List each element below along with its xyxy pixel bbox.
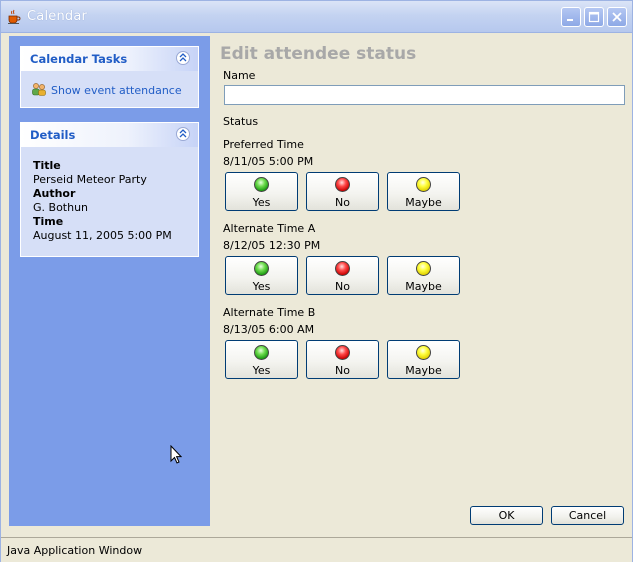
- yes-label: Yes: [252, 196, 271, 209]
- alternate-b-time: 8/13/05 6:00 AM: [223, 323, 315, 336]
- name-label: Name: [223, 69, 256, 82]
- status-text: Java Application Window: [7, 544, 143, 557]
- maximize-button[interactable]: [584, 7, 604, 27]
- yellow-light-icon: [416, 345, 431, 360]
- status-label: Status: [223, 115, 259, 128]
- alternate-b-yes-button[interactable]: Yes: [225, 340, 298, 379]
- alternate-b-no-button[interactable]: No: [306, 340, 379, 379]
- alternate-a-yes-button[interactable]: Yes: [225, 256, 298, 295]
- close-button[interactable]: [607, 7, 627, 27]
- ok-button[interactable]: OK: [470, 506, 543, 525]
- close-icon: [612, 12, 622, 22]
- detail-time-value: August 11, 2005 5:00 PM: [33, 229, 172, 242]
- calendar-window: Calendar Calendar Tasks Show event atten…: [0, 0, 633, 562]
- mouse-pointer-icon: [170, 445, 182, 464]
- preferred-maybe-button[interactable]: Maybe: [387, 172, 460, 211]
- calendar-tasks-panel: Calendar Tasks Show event attendance: [20, 46, 199, 108]
- alternate-a-label: Alternate Time A: [223, 222, 316, 235]
- yes-label: Yes: [252, 280, 271, 293]
- yellow-light-icon: [416, 261, 431, 276]
- name-input[interactable]: [224, 85, 625, 105]
- collapse-details-button[interactable]: [176, 127, 190, 141]
- detail-title-label: Title: [33, 159, 61, 172]
- minimize-button[interactable]: [561, 7, 581, 27]
- yellow-light-icon: [416, 177, 431, 192]
- collapse-tasks-button[interactable]: [176, 51, 190, 65]
- preferred-no-button[interactable]: No: [306, 172, 379, 211]
- preferred-time-value: 8/11/05 5:00 PM: [223, 155, 314, 168]
- alternate-a-maybe-button[interactable]: Maybe: [387, 256, 460, 295]
- red-light-icon: [335, 261, 350, 276]
- detail-author-label: Author: [33, 187, 76, 200]
- alternate-a-time: 8/12/05 12:30 PM: [223, 239, 321, 252]
- red-light-icon: [335, 345, 350, 360]
- maybe-label: Maybe: [405, 196, 442, 209]
- calendar-tasks-title: Calendar Tasks: [30, 52, 128, 66]
- preferred-yes-button[interactable]: Yes: [225, 172, 298, 211]
- maybe-label: Maybe: [405, 280, 442, 293]
- green-light-icon: [254, 261, 269, 276]
- details-title: Details: [30, 128, 76, 142]
- maximize-icon: [588, 11, 600, 23]
- page-title: Edit attendee status: [220, 44, 417, 64]
- details-header[interactable]: Details: [21, 123, 198, 147]
- status-bar: Java Application Window: [1, 537, 632, 562]
- preferred-time-label: Preferred Time: [223, 138, 304, 151]
- double-chevron-up-icon: [179, 53, 187, 62]
- calendar-tasks-header[interactable]: Calendar Tasks: [21, 47, 198, 71]
- minimize-icon: [567, 19, 573, 21]
- red-light-icon: [335, 177, 350, 192]
- no-label: No: [335, 280, 350, 293]
- maybe-label: Maybe: [405, 364, 442, 377]
- window-title: Calendar: [27, 9, 88, 24]
- detail-title-value: Perseid Meteor Party: [33, 173, 147, 186]
- show-event-attendance-label: Show event attendance: [51, 84, 182, 97]
- alternate-b-label: Alternate Time B: [223, 306, 316, 319]
- yes-label: Yes: [252, 364, 271, 377]
- detail-author-value: G. Bothun: [33, 201, 89, 214]
- title-bar[interactable]: Calendar: [1, 1, 632, 33]
- alternate-a-no-button[interactable]: No: [306, 256, 379, 295]
- no-label: No: [335, 364, 350, 377]
- no-label: No: [335, 196, 350, 209]
- double-chevron-up-icon: [179, 129, 187, 138]
- green-light-icon: [254, 345, 269, 360]
- people-icon: [31, 82, 47, 99]
- details-panel: Details Title Perseid Meteor Party Autho…: [20, 122, 199, 257]
- cancel-button[interactable]: Cancel: [551, 506, 624, 525]
- green-light-icon: [254, 177, 269, 192]
- details-body: Title Perseid Meteor Party Author G. Bot…: [33, 159, 172, 243]
- java-coffee-cup-icon: [6, 9, 22, 25]
- show-event-attendance-link[interactable]: Show event attendance: [31, 82, 182, 99]
- detail-time-label: Time: [33, 215, 64, 228]
- alternate-b-maybe-button[interactable]: Maybe: [387, 340, 460, 379]
